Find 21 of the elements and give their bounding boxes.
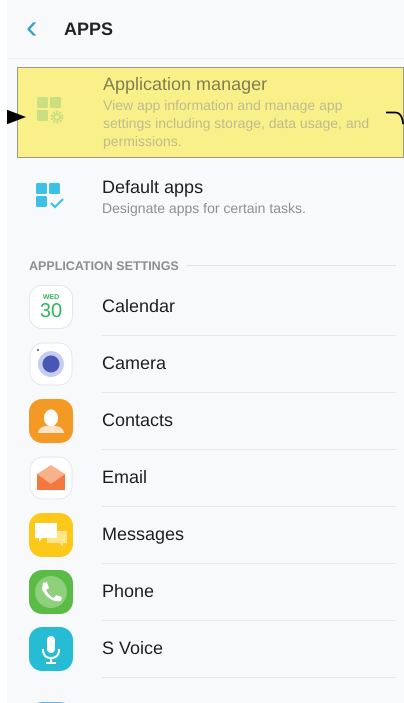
- highlighted-menu-item[interactable]: Application manager View app information and manage app settings including storage, data usage, and permissions.: [17, 67, 404, 158]
- app-name[interactable]: Phone: [102, 564, 396, 621]
- item-title: Application manager: [103, 74, 268, 95]
- microphone-icon: [29, 627, 73, 672]
- app-name[interactable]: Email: [102, 450, 396, 507]
- app-name[interactable]: Messages: [102, 506, 396, 564]
- person-icon: [29, 399, 73, 444]
- camera-icon: [29, 342, 73, 386]
- chat-bubbles-icon: [29, 513, 73, 558]
- item-title: Default apps: [102, 177, 204, 198]
- menu-item[interactable]: Default apps Designate apps for certain tasks.: [17, 162, 404, 233]
- app-name[interactable]: S Voice: [102, 620, 396, 678]
- section-header: APPLICATION SETTINGS: [29, 258, 179, 273]
- item-description: Designate apps for certain tasks.: [102, 200, 307, 218]
- item-description: View app information and manage app settings including storage, data usage, and permissions.: [103, 97, 370, 151]
- app-name[interactable]: Camera: [102, 336, 396, 393]
- screen-title: APPS: [64, 18, 114, 40]
- app-name[interactable]: Calendar: [102, 278, 396, 336]
- phone-icon: [29, 570, 73, 614]
- app-name[interactable]: Contacts: [102, 392, 396, 450]
- envelope-icon: [29, 456, 73, 500]
